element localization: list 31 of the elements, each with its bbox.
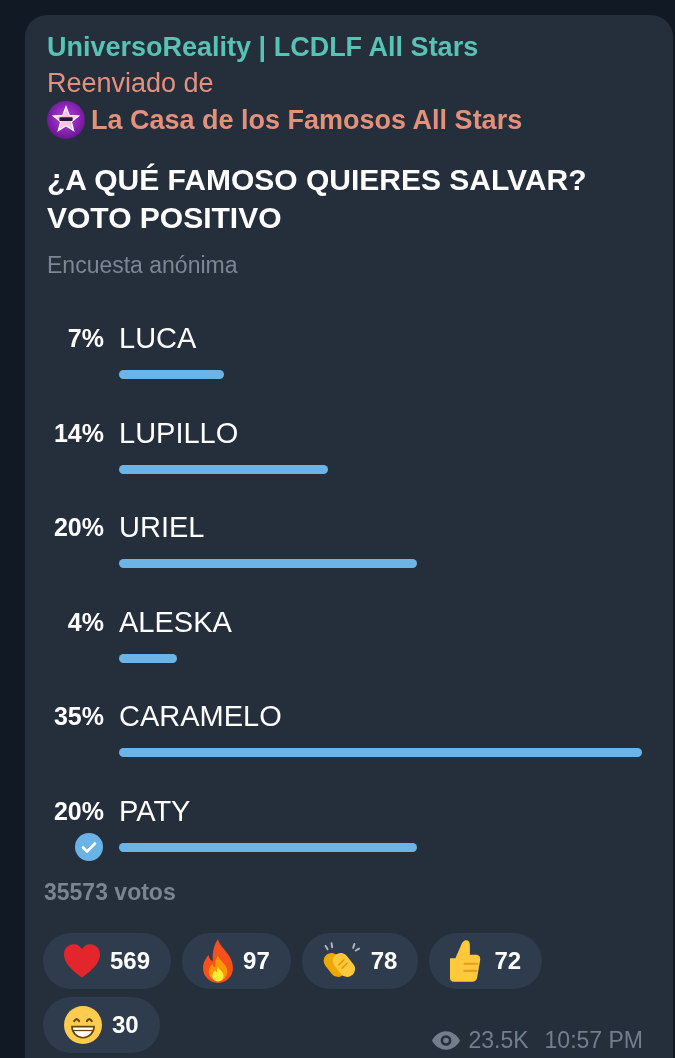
reaction-button[interactable]: 97	[182, 933, 291, 989]
fire-icon	[203, 939, 234, 983]
vote-percent: 20%	[53, 512, 104, 543]
vote-percent: 7%	[67, 323, 104, 354]
reaction-button[interactable]: 78	[301, 933, 419, 989]
grinning-face-icon	[64, 1006, 102, 1044]
reaction-button[interactable]: 72	[429, 933, 543, 989]
view-count: 23.5K	[468, 1027, 529, 1053]
vote-percent: 4%	[67, 606, 104, 638]
eye-icon	[432, 1030, 461, 1050]
message-time: 10:57 PM	[544, 1027, 643, 1053]
clapping-hands-icon	[322, 942, 361, 980]
forwarded-label: Reenviado de	[47, 67, 214, 100]
poll-question: ¿A QUÉ FAMOSO QUIERES SALVAR? VOTO POSITIVO	[47, 162, 588, 236]
vote-count: 35573 votos	[44, 878, 176, 907]
option-label: URIEL	[119, 510, 205, 545]
option-label: LUCA	[119, 321, 197, 356]
option-label: LUPILLO	[119, 415, 239, 451]
vote-percent: 14%	[53, 417, 104, 449]
option-label: ALESKA	[119, 604, 232, 640]
option-label: PATY	[119, 793, 191, 829]
heart-icon	[64, 944, 100, 978]
reaction-button[interactable]: 30	[43, 997, 160, 1053]
poll-type-label: Encuesta anónima	[47, 251, 238, 280]
star-avatar-icon	[47, 101, 85, 139]
option-label: CARAMELO	[119, 699, 282, 734]
vote-percent: 20%	[53, 795, 104, 827]
reaction-button[interactable]: 569	[43, 933, 172, 989]
channel-name[interactable]: UniversoReality | LCDLF All Stars	[47, 29, 479, 65]
forwarded-channel-name[interactable]: La Casa de los Famosos All Stars	[91, 101, 523, 139]
vote-percent: 35%	[53, 701, 104, 732]
